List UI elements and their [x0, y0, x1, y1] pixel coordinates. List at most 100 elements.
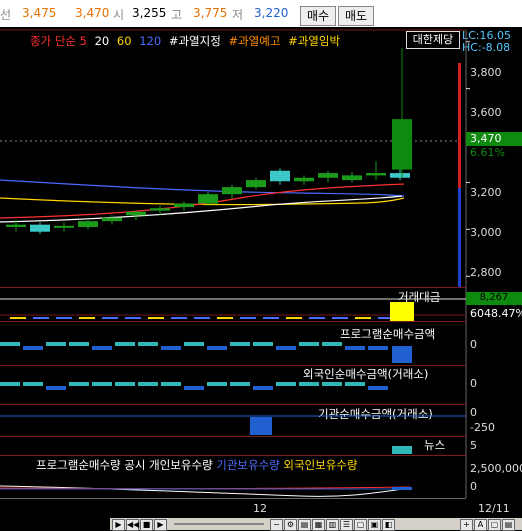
current-price: 3,475 [22, 6, 57, 20]
program-bar [299, 342, 319, 346]
candle-body [270, 170, 290, 182]
program-bar [92, 346, 112, 350]
volume-bar [102, 317, 118, 319]
candle-body [6, 224, 26, 228]
volume-bar [171, 317, 187, 319]
foreign-bar [46, 386, 66, 390]
foreign-bar [253, 386, 273, 390]
program-bar [276, 346, 296, 350]
volume-bar [194, 317, 210, 319]
volume-bar [125, 317, 141, 319]
volume-bar [332, 317, 348, 319]
volume-bar [309, 317, 325, 319]
box-icon[interactable]: ◧ [382, 519, 395, 531]
program-bar [253, 342, 273, 346]
holdings-zero: 0 [470, 480, 477, 493]
price-tick: 3,000 [470, 226, 502, 239]
foreign-bar [115, 382, 135, 386]
font-icon[interactable]: A [474, 519, 487, 531]
program-bar [368, 346, 388, 350]
candle-body [30, 224, 50, 232]
date-axis-line [0, 498, 466, 499]
low-label: 저 [232, 8, 244, 22]
open-label: 시 [113, 8, 125, 22]
program-bar [69, 342, 89, 346]
play-icon[interactable]: ▶ [154, 519, 167, 531]
save-icon[interactable]: ▢ [488, 519, 501, 531]
buy-button[interactable]: 매수 [300, 6, 336, 26]
candle-body [102, 217, 122, 222]
news-bars [392, 446, 412, 454]
sell-button[interactable]: 매도 [338, 6, 374, 26]
settings-icon[interactable]: ⚙ [284, 519, 297, 531]
candle-body [318, 173, 338, 178]
grid-icon[interactable]: ▥ [326, 519, 339, 531]
candle-body [198, 194, 218, 204]
volume-bar [263, 317, 279, 319]
stop-icon[interactable]: ■ [140, 519, 153, 531]
foreign-histogram [0, 382, 388, 390]
foreign-bar [368, 386, 388, 390]
candle-body [390, 173, 410, 178]
foreign-bar [92, 382, 112, 386]
volume-value-box: 8,267 [466, 292, 522, 305]
high-label: 고 [171, 8, 183, 22]
foreign-bar [299, 382, 319, 386]
foreign-bar [230, 382, 250, 386]
layout-icon[interactable]: ▣ [368, 519, 381, 531]
program-zero: 0 [470, 338, 477, 351]
foreign-bar [138, 382, 158, 386]
volume-bar [10, 317, 26, 319]
volume-bar [33, 317, 49, 319]
program-bar [23, 346, 43, 350]
rewind-icon[interactable]: ◀◀ [126, 519, 139, 531]
price-tick: 3,800 [470, 66, 502, 79]
volume-bar [79, 317, 95, 319]
date-label-right: 12/11 [478, 502, 510, 515]
volume-bar-today [390, 302, 414, 321]
chart-toolbar: ▶ ◀◀ ■ ▶ − ⚙ ▤ ▦ ▥ ☰ ▢ ▣ ◧ + A ▢ ▤ [110, 518, 522, 531]
price-axis-up-bar [458, 63, 461, 188]
candle-body [392, 119, 412, 170]
program-bar [345, 346, 365, 350]
program-bar [322, 342, 342, 346]
candle-body [294, 177, 314, 182]
candle-body [366, 173, 386, 176]
scroll-track[interactable] [174, 523, 264, 525]
header-prefix: 선 [0, 8, 12, 22]
volume-bar [56, 317, 72, 319]
foreign-bar [69, 382, 89, 386]
price-axis-down-bar [458, 188, 461, 288]
program-bar [184, 342, 204, 346]
volume-bar [148, 317, 164, 319]
foreign-bar [322, 382, 342, 386]
list-icon[interactable]: ☰ [340, 519, 353, 531]
program-bar-today [392, 346, 412, 363]
program-bar [115, 342, 135, 346]
news-count: 5 [470, 439, 477, 452]
candle-body [54, 225, 74, 228]
price-tick: 3,200 [470, 186, 502, 199]
foreign-bar [23, 382, 43, 386]
window-icon[interactable]: ▢ [354, 519, 367, 531]
chart-icon[interactable]: ▤ [298, 519, 311, 531]
export-icon[interactable]: ▤ [502, 519, 515, 531]
candle-body [126, 211, 146, 216]
volume-bar [240, 317, 256, 319]
scroll-left-icon[interactable]: ▶ [112, 519, 125, 531]
institution-zero: 0 [470, 406, 477, 419]
foreign-bar [345, 382, 365, 386]
low-price: 3,220 [254, 6, 289, 20]
volume-bar [217, 317, 233, 319]
calendar-icon[interactable]: ▦ [312, 519, 325, 531]
zoom-out-icon[interactable]: − [270, 519, 283, 531]
candle-body [174, 203, 194, 208]
zoom-in-icon[interactable]: + [460, 519, 473, 531]
volume-histogram [0, 298, 466, 321]
high-price: 3,775 [193, 6, 228, 20]
volume-percent: 6048.47% [470, 307, 522, 320]
candle-body [246, 180, 266, 188]
program-bar [161, 346, 181, 350]
price-header: 선 3,475 3,470 시 3,255 고 3,775 저 3,220 매수… [0, 0, 522, 27]
foreign-bar [184, 386, 204, 390]
